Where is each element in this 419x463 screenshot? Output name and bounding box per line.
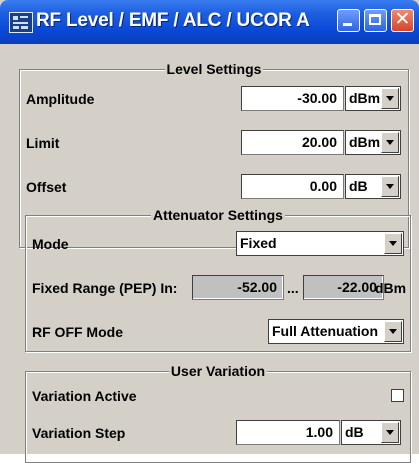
chevron-down-icon[interactable]: [384, 233, 402, 254]
window-title: RF Level / EMF / ALC / UCOR A: [36, 10, 310, 31]
offset-label: Offset: [26, 179, 67, 195]
rf-off-mode-select[interactable]: Full Attenuation: [268, 319, 404, 344]
close-icon: ✕: [394, 9, 411, 30]
rf-level-window: RF Level / EMF / ALC / UCOR A ✕ Level Se…: [0, 0, 419, 463]
minimize-icon: [343, 23, 352, 26]
mode-label: Mode: [32, 236, 69, 252]
fixed-range-min-field: -52.00: [192, 275, 284, 300]
maximize-icon: [369, 14, 381, 25]
variation-step-input[interactable]: 1.00: [236, 420, 340, 445]
dialog-body: Level Settings Amplitude -30.00 dBm Limi…: [4, 44, 415, 463]
limit-label: Limit: [26, 135, 60, 151]
close-button[interactable]: ✕: [391, 9, 414, 32]
chevron-down-icon[interactable]: [381, 176, 399, 197]
offset-input[interactable]: 0.00: [241, 174, 344, 199]
variation-active-label: Variation Active: [32, 388, 137, 404]
chevron-down-icon[interactable]: [384, 321, 402, 342]
fixed-range-max-field: -22.00: [303, 275, 384, 300]
variation-step-unit-select[interactable]: dB: [341, 420, 401, 445]
mode-value: Fixed: [240, 235, 277, 251]
chevron-down-icon[interactable]: [381, 88, 399, 109]
user-variation-title: User Variation: [168, 363, 268, 379]
maximize-button[interactable]: [364, 9, 387, 32]
amplitude-input[interactable]: -30.00: [241, 86, 344, 111]
mode-select[interactable]: Fixed: [236, 231, 404, 256]
amplitude-label: Amplitude: [26, 91, 95, 107]
app-icon: [9, 12, 33, 33]
level-settings-title: Level Settings: [164, 61, 264, 77]
limit-unit-select[interactable]: dBm: [345, 130, 401, 155]
minimize-button[interactable]: [337, 9, 360, 32]
fixed-range-label: Fixed Range (PEP) In:: [32, 280, 178, 296]
chevron-down-icon[interactable]: [381, 132, 399, 153]
variation-active-checkbox[interactable]: [391, 389, 404, 402]
user-variation-group: User Variation: [25, 363, 411, 463]
limit-unit-value: dBm: [349, 134, 381, 150]
title-bar[interactable]: RF Level / EMF / ALC / UCOR A ✕: [0, 0, 419, 44]
variation-step-unit-value: dB: [345, 424, 364, 440]
limit-input[interactable]: 20.00: [241, 130, 344, 155]
rf-off-mode-label: RF OFF Mode: [32, 324, 123, 340]
fixed-range-unit: dBm: [375, 280, 407, 296]
amplitude-unit-value: dBm: [349, 90, 381, 106]
attenuator-settings-title: Attenuator Settings: [151, 207, 285, 223]
variation-step-label: Variation Step: [32, 425, 126, 441]
offset-unit-value: dB: [349, 178, 368, 194]
offset-unit-select[interactable]: dB: [345, 174, 401, 199]
rf-off-mode-value: Full Attenuation: [272, 323, 379, 339]
fixed-range-separator: ...: [287, 280, 299, 296]
chevron-down-icon[interactable]: [381, 422, 399, 443]
amplitude-unit-select[interactable]: dBm: [345, 86, 401, 111]
